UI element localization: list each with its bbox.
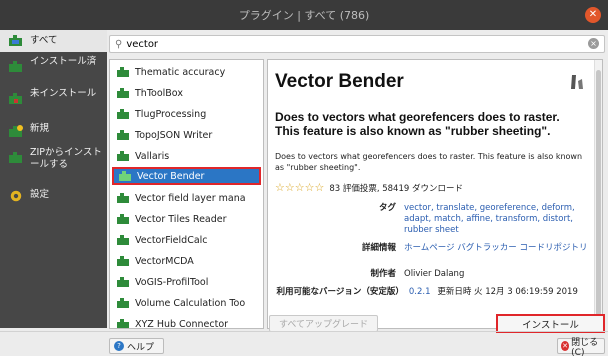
list-item-label: VoGIS-ProfilTool [135,276,209,288]
help-button[interactable]: ? ヘルプ [109,338,164,354]
search-icon: ⚲ [115,38,123,50]
list-item[interactable]: XYZ Hub Connector [116,315,263,329]
sidebar-item-all[interactable]: すべて [0,30,107,52]
list-item[interactable]: Vector field layer mana [116,189,263,207]
plugin-icon [117,298,129,308]
sidebar-item-label: ZIPからインストールする [30,147,102,170]
plugin-details-panel: Vector Bender Does to vectors what geore… [267,59,603,329]
installed-plugin-icon [9,61,22,72]
list-item[interactable]: Thematic accuracy [116,63,263,81]
sidebar-item-label: 新規 [30,123,50,134]
version-row: 利用可能なバージョン（安定版） 0.2.1 更新日時 火 12月 3 06:19… [268,287,598,298]
search-input[interactable] [126,38,567,50]
plugin-icon [117,109,129,119]
search-box[interactable]: ⚲ × [109,35,605,53]
author-label: 制作者 [370,269,396,279]
tags-links[interactable]: vector, translate, georeference, deform,… [404,203,594,236]
list-item-label: TlugProcessing [135,108,207,120]
plugin-icon [117,235,129,245]
list-item[interactable]: Vallaris [116,147,263,165]
window-titlebar: プラグイン | すべて (786) ✕ [0,0,608,30]
list-item-selected[interactable]: Vector Bender [112,167,261,185]
close-icon: ✕ [561,341,570,351]
plugin-icon [117,88,129,98]
plugin-manager-window: すべて インストール済 未インストール 新規 ZIPからインストールする 設定 … [0,30,608,356]
list-item[interactable]: ThToolBox [116,84,263,102]
list-item-label: TopoJSON Writer [135,129,213,141]
help-label: ヘルプ [127,342,155,353]
sidebar-item-zip-install[interactable]: ZIPからインストールする [0,147,107,174]
upgrade-all-button[interactable]: すべてアップグレード [269,315,378,332]
sidebar: すべて インストール済 未インストール 新規 ZIPからインストールする 設定 [0,30,107,328]
plugin-icon [119,171,131,181]
plugin-icon [117,193,129,203]
list-item[interactable]: VectorFieldCalc [116,231,263,249]
help-icon: ? [114,341,124,351]
plugin-summary: Does to vectors what georefencers does t… [275,110,560,138]
sidebar-item-label: インストール済 [30,56,97,67]
tags-label: タグ [378,203,396,213]
list-item-label: Vector Bender [137,170,205,182]
plugin-description: Does to vectors what georefencers does t… [275,152,583,172]
list-item[interactable]: VoGIS-ProfilTool [116,273,263,291]
sidebar-item-label: 未インストール [30,88,97,99]
plugin-icon [117,130,129,140]
sidebar-item-label: 設定 [30,189,50,200]
plugin-icon [117,319,129,328]
rating-votes: 83 評価投票, 58419 ダウンロード [329,183,463,194]
scrollbar-thumb[interactable] [596,70,601,318]
not-installed-plugin-icon [9,93,22,104]
rating-stars-icon[interactable]: ☆☆☆☆☆ [275,181,324,194]
plugin-rating: ☆☆☆☆☆ 83 評価投票, 58419 ダウンロード [275,181,463,194]
more-info-label: 詳細情報 [361,243,396,253]
list-item-label: Vallaris [135,150,170,162]
close-button[interactable]: ✕ 閉じる(C) [557,337,605,356]
close-label: 閉じる(C) [571,337,599,356]
sidebar-item-installed[interactable]: インストール済 [0,56,107,83]
window-title: プラグイン | すべて (786) [238,9,370,22]
window-close-button[interactable]: ✕ [585,7,601,23]
list-item-label: Vector field layer mana [135,192,246,204]
tags-row: タグ vector, translate, georeference, defo… [268,203,598,236]
footer-divider [0,331,608,332]
author-name: Olivier Dalang [404,269,465,279]
plugin-list: Thematic accuracy ThToolBox TlugProcessi… [109,59,264,329]
vector-bender-logo-icon [571,75,583,89]
list-item[interactable]: TopoJSON Writer [116,126,263,144]
version-label: 利用可能なバージョン（安定版） [276,287,404,297]
more-info-links[interactable]: ホームページ バグトラッカー コードリポジトリ [404,243,594,254]
zip-install-icon [9,152,22,163]
plugin-icon [117,277,129,287]
list-item[interactable]: Vector Tiles Reader [116,210,263,228]
list-item-label: XYZ Hub Connector [135,318,229,329]
list-item-label: Volume Calculation Too [135,297,246,309]
author-row: 制作者 Olivier Dalang [268,269,598,280]
list-item-label: ThToolBox [135,87,183,99]
puzzle-icon [9,35,22,46]
list-item-label: VectorMCDA [135,255,194,267]
sidebar-item-label: すべて [30,35,58,46]
plugin-icon [117,151,129,161]
version-updated: 更新日時 火 12月 3 06:19:59 2019 [437,287,578,297]
more-info-row: 詳細情報 ホームページ バグトラッカー コードリポジトリ [268,243,598,254]
list-item[interactable]: Volume Calculation Too [116,294,263,312]
list-item-label: Vector Tiles Reader [135,213,227,225]
sidebar-item-new[interactable]: 新規 [0,123,107,139]
clear-search-icon[interactable]: × [588,38,599,49]
plugin-icon [117,214,129,224]
new-plugin-icon [9,125,23,137]
plugin-title: Vector Bender [275,71,404,92]
plugin-icon [117,67,129,77]
details-scrollbar[interactable] [594,60,602,328]
list-item[interactable]: TlugProcessing [116,105,263,123]
sidebar-item-not-installed[interactable]: 未インストール [0,88,107,115]
list-item[interactable]: VectorMCDA [116,252,263,270]
settings-gear-icon [10,190,22,202]
list-item-label: VectorFieldCalc [135,234,208,246]
plugin-icon [117,256,129,266]
list-item-label: Thematic accuracy [135,66,226,78]
sidebar-item-settings[interactable]: 設定 [0,189,107,205]
